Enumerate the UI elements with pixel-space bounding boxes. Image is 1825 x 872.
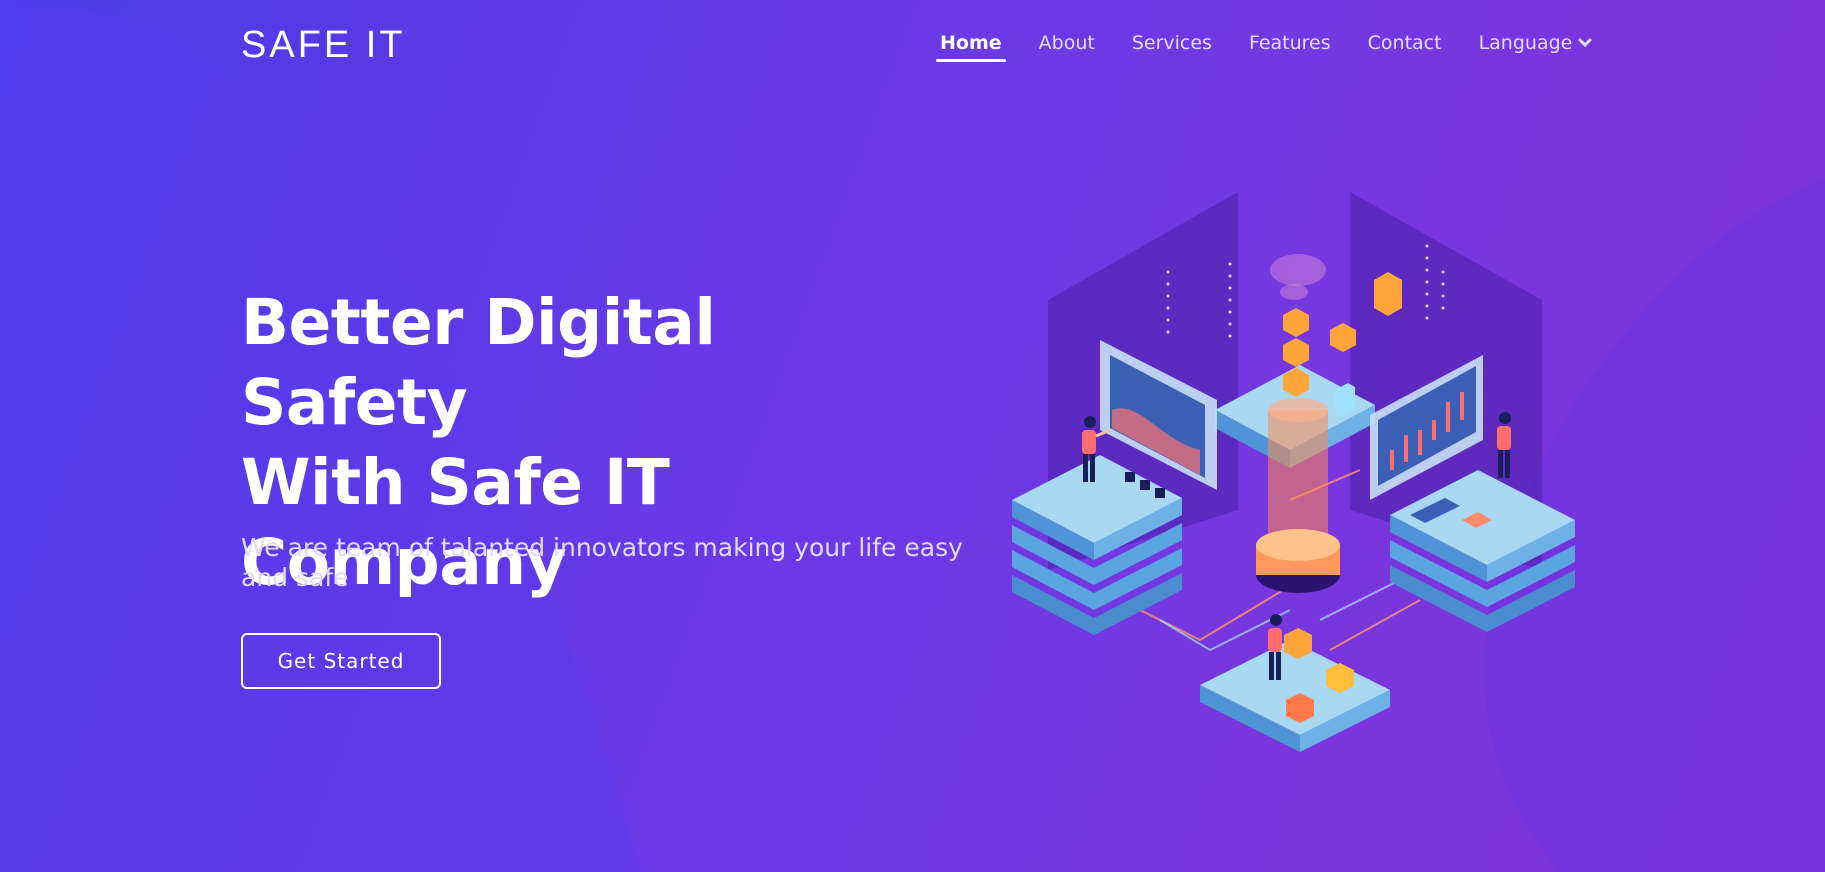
nav-home[interactable]: Home [936,32,1006,62]
nav-language-dropdown[interactable]: Language [1479,32,1593,62]
logo[interactable]: SAFE IT [241,24,406,67]
nav-about[interactable]: About [1039,32,1095,62]
hero-subtitle: We are team of talanted innovators makin… [241,533,963,592]
nav-contact[interactable]: Contact [1368,32,1442,62]
isometric-server-illustration [1012,192,1575,752]
chevron-down-icon [1578,38,1592,48]
nav-language-label: Language [1478,32,1573,54]
nav-services[interactable]: Services [1132,32,1212,62]
get-started-button[interactable]: Get Started [241,633,441,689]
hero-title-line-2: With Safe IT [241,446,670,519]
hero-title-line-1: Better Digital Safety [241,286,716,439]
nav-features[interactable]: Features [1249,32,1331,62]
main-nav: Home About Services Features Contact Lan… [936,32,1593,62]
